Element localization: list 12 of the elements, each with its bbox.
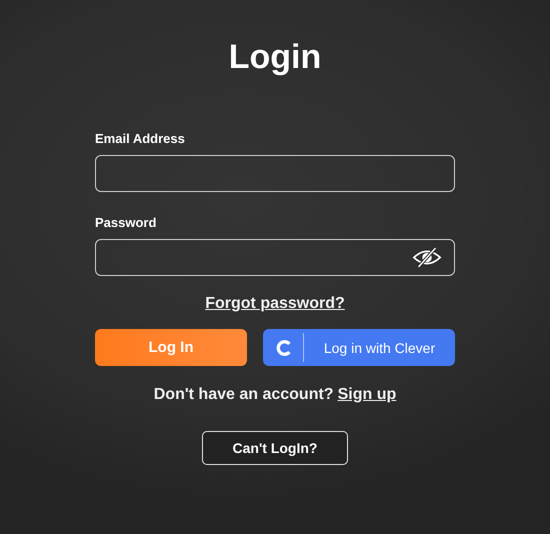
signup-link[interactable]: Sign up <box>338 386 396 404</box>
field-label: Password <box>95 215 158 230</box>
forgot-password-link[interactable]: Forgot password? <box>205 295 345 313</box>
clever-login-button[interactable]: Log in with Clever <box>263 329 455 366</box>
signup-prompt: Don't have an account? <box>154 386 334 404</box>
hidden-eye-icon[interactable] <box>412 247 442 268</box>
clever-logo-icon <box>275 338 293 356</box>
page-title: Login <box>228 37 322 78</box>
password-field[interactable] <box>95 239 455 276</box>
cant-login-button[interactable]: Can't LogIn? <box>202 431 348 465</box>
field-label: Email Address <box>95 131 186 146</box>
email-field[interactable] <box>95 155 455 192</box>
